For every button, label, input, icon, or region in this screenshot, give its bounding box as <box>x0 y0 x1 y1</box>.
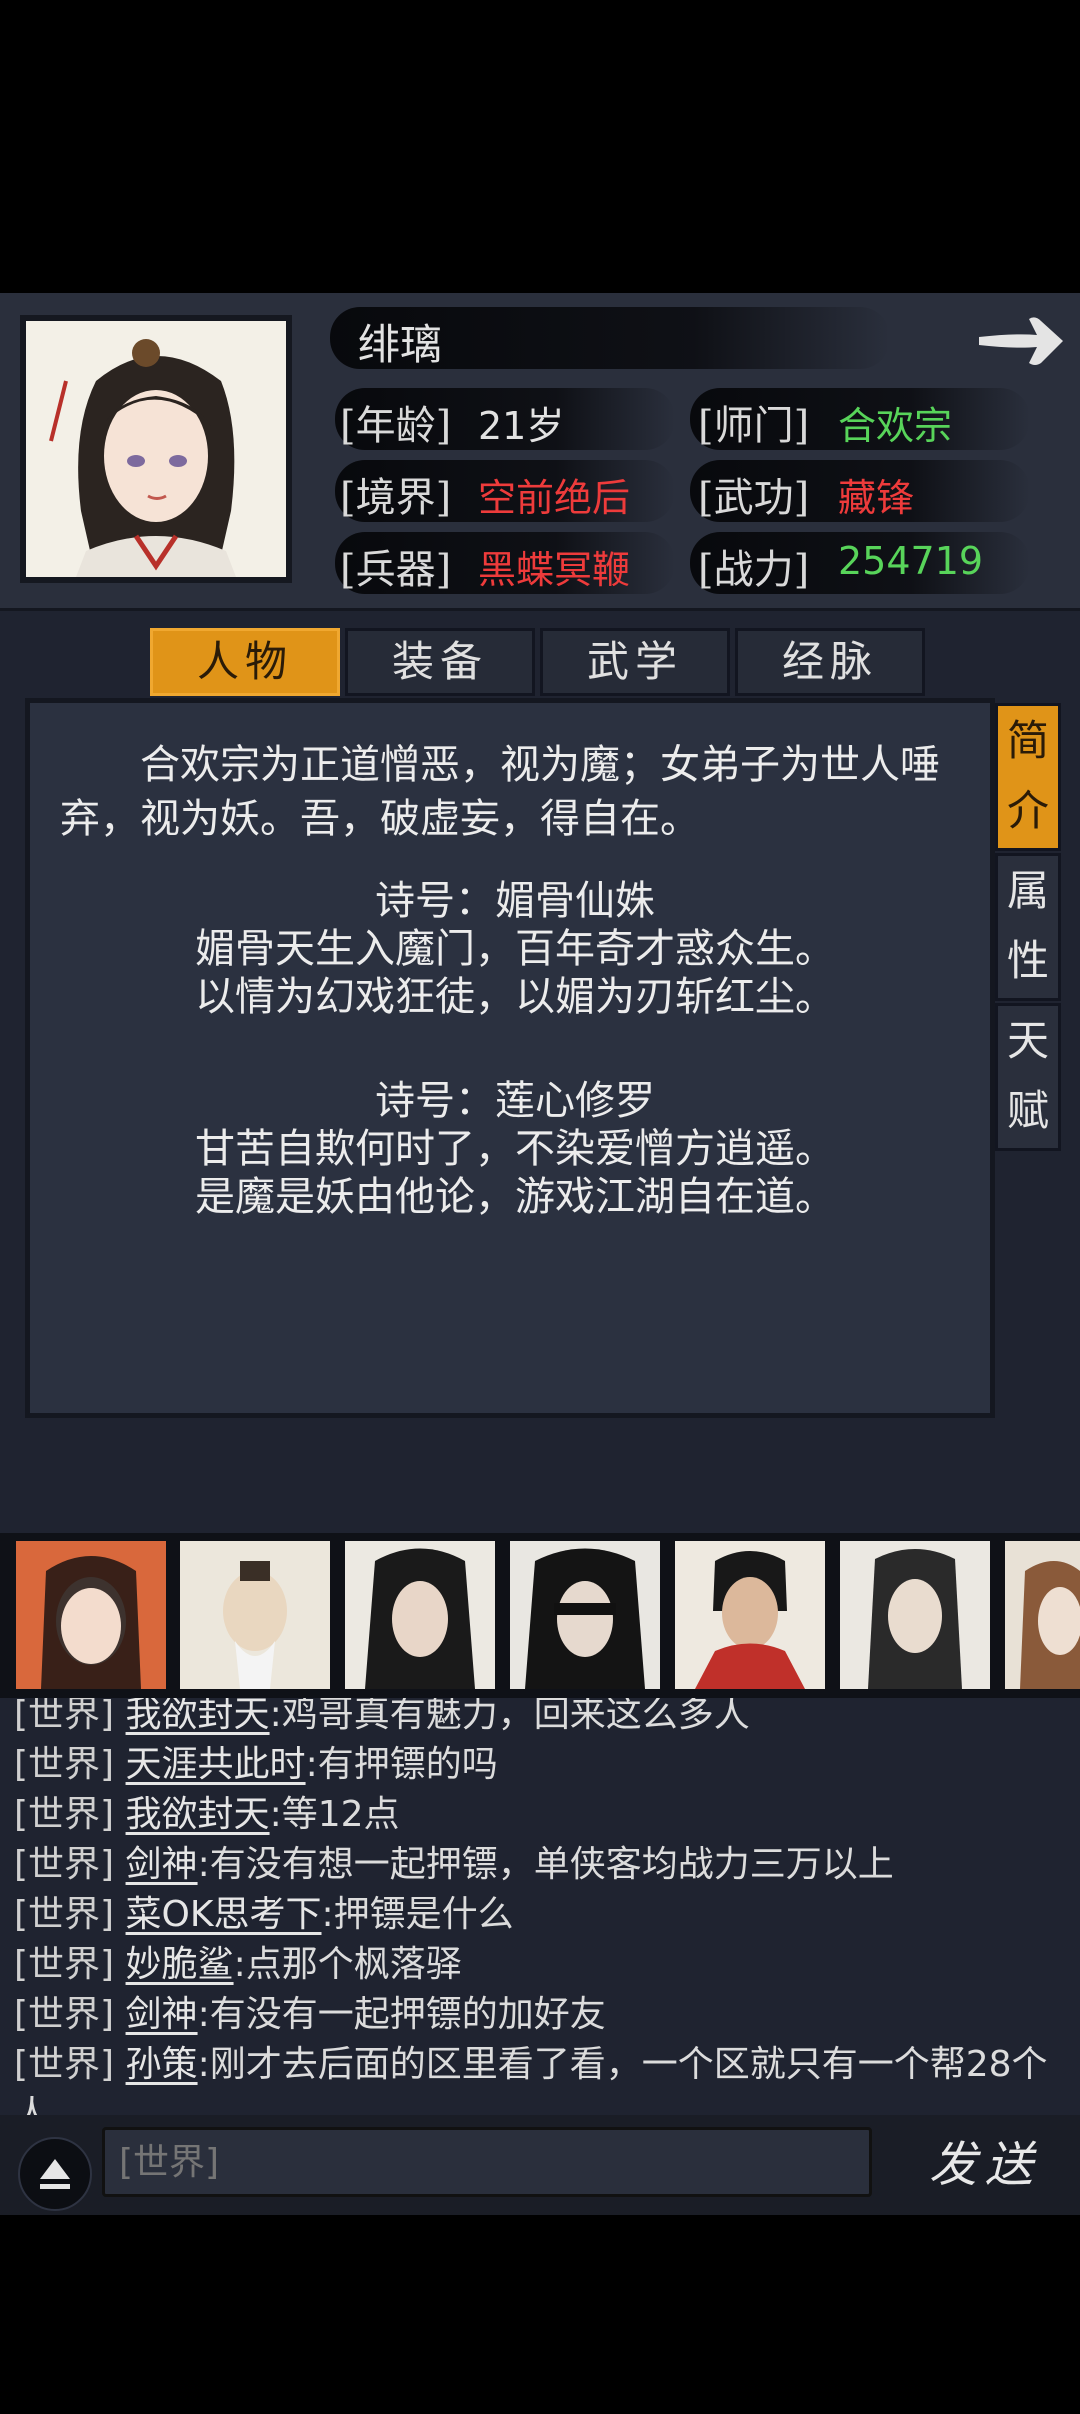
chat-username[interactable]: 天涯共此时 <box>126 1744 306 1785</box>
companion-avatar-strip <box>0 1533 1080 1698</box>
expand-chat-button[interactable] <box>18 2137 92 2211</box>
age-value: 21岁 <box>478 404 565 448</box>
tab-character[interactable]: 人物 <box>150 628 340 696</box>
realm-value: 空前绝后 <box>478 476 631 520</box>
chat-channel: [世界] <box>14 1944 115 1985</box>
poem-title: 诗号：莲心修罗 <box>375 1078 655 1124</box>
character-portrait <box>20 315 292 583</box>
chat-message: [世界] 孙策:刚才去后面的区里看了看，一个区就只有一个帮28个人 <box>14 2040 1074 2118</box>
poem-line: 是魔是妖由他论，游戏江湖自在道。 <box>195 1174 835 1220</box>
chat-username[interactable]: 剑神 <box>126 1844 198 1885</box>
chat-message: [世界] 天涯共此时:有押镖的吗 <box>14 1740 1074 1790</box>
chat-text: :鸡哥真有魅力，回来这么多人 <box>269 1698 750 1735</box>
character-header: 绯璃 [年龄] 21岁 [境界] 空前绝后 [兵器] 黑蝶冥鞭 [师门] 合欢宗… <box>0 293 1080 611</box>
weapon-label: [兵器] <box>340 547 452 593</box>
poem-line: 媚骨天生入魔门，百年奇才惑众生。 <box>195 926 835 972</box>
send-button[interactable]: 发送 <box>900 2125 1070 2205</box>
companion-avatar[interactable] <box>840 1541 990 1689</box>
chat-input[interactable] <box>102 2127 872 2197</box>
companion-avatar[interactable] <box>675 1541 825 1689</box>
chat-username[interactable]: 我欲封天 <box>126 1698 270 1735</box>
side-tab-intro[interactable]: 简 介 <box>995 703 1061 851</box>
age-label: [年龄] <box>340 403 452 449</box>
intro-panel: 合欢宗为正道憎恶，视为魔；女弟子为世人唾弃，视为妖。吾，破虚妄，得自在。 诗号：… <box>25 698 995 1418</box>
chat-message: [世界] 我欲封天:等12点 <box>14 1790 1074 1840</box>
chat-username[interactable]: 妙脆鲨 <box>126 1944 234 1985</box>
chat-channel: [世界] <box>14 1994 115 2035</box>
right-arrow-icon <box>979 317 1063 365</box>
world-chat-log: [世界] 我欲封天:鸡哥真有魅力，回来这么多人 [世界] 天涯共此时:有押镖的吗… <box>0 1698 1080 2118</box>
chat-input-bar: 发送 <box>0 2115 1080 2215</box>
side-tab-char: 介 <box>1006 786 1049 835</box>
chat-channel: [世界] <box>14 2044 115 2085</box>
side-tab-talents[interactable]: 天 赋 <box>995 1003 1061 1151</box>
companion-avatar[interactable] <box>510 1541 660 1689</box>
poem-line: 以情为幻戏狂徒，以媚为刃斩红尘。 <box>195 974 835 1020</box>
chat-message: [世界] 剑神:有没有一起押镖的加好友 <box>14 1990 1074 2040</box>
chat-channel: [世界] <box>14 1744 115 1785</box>
chat-username[interactable]: 孙策 <box>126 2044 198 2085</box>
chat-text: :有押镖的吗 <box>305 1744 498 1785</box>
chat-message: [世界] 剑神:有没有想一起押镖，单侠客均战力三万以上 <box>14 1840 1074 1890</box>
companion-avatar[interactable] <box>1005 1541 1080 1689</box>
sect-value: 合欢宗 <box>838 404 953 448</box>
chat-text: :有没有想一起押镖，单侠客均战力三万以上 <box>197 1844 894 1885</box>
poem-title: 诗号：媚骨仙姝 <box>375 878 655 924</box>
eject-up-icon <box>40 2159 70 2189</box>
side-tab-char: 简 <box>1006 716 1049 765</box>
side-tab-char: 赋 <box>1006 1086 1049 1135</box>
companion-avatar[interactable] <box>345 1541 495 1689</box>
chat-text: :押镖是什么 <box>321 1894 514 1935</box>
side-tab-char: 性 <box>1006 936 1049 985</box>
chat-message: [世界] 菜OK思考下:押镖是什么 <box>14 1890 1074 1940</box>
character-name: 绯璃 <box>358 320 443 369</box>
side-tab-char: 属 <box>1006 866 1049 915</box>
chat-text: :等12点 <box>269 1794 400 1835</box>
chat-channel: [世界] <box>14 1698 115 1735</box>
martial-value: 藏锋 <box>838 476 915 520</box>
poem-line: 甘苦自欺何时了，不染爱憎方逍遥。 <box>195 1126 835 1172</box>
chat-username[interactable]: 菜OK思考下 <box>126 1894 322 1935</box>
next-arrow-button[interactable] <box>975 311 1067 371</box>
chat-username[interactable]: 剑神 <box>126 1994 198 2035</box>
martial-label: [武功] <box>698 475 810 521</box>
power-label: [战力] <box>698 547 810 593</box>
chat-username[interactable]: 我欲封天 <box>126 1794 270 1835</box>
side-tab-attributes[interactable]: 属 性 <box>995 853 1061 1001</box>
sect-label: [师门] <box>698 403 810 449</box>
weapon-value: 黑蝶冥鞭 <box>478 548 631 592</box>
tab-martial-arts[interactable]: 武学 <box>540 628 730 696</box>
chat-channel: [世界] <box>14 1794 115 1835</box>
power-value: 254719 <box>838 539 984 583</box>
companion-avatar[interactable] <box>16 1541 166 1689</box>
chat-channel: [世界] <box>14 1894 115 1935</box>
chat-text: :有没有一起押镖的加好友 <box>197 1994 606 2035</box>
side-tab-char: 天 <box>1006 1016 1049 1065</box>
tab-meridians[interactable]: 经脉 <box>735 628 925 696</box>
chat-message: [世界] 妙脆鲨:点那个枫落驿 <box>14 1940 1074 1990</box>
companion-avatar[interactable] <box>180 1541 330 1689</box>
chat-message: [世界] 我欲封天:鸡哥真有魅力，回来这么多人 <box>14 1698 1074 1740</box>
character-intro: 合欢宗为正道憎恶，视为魔；女弟子为世人唾弃，视为妖。吾，破虚妄，得自在。 <box>60 742 940 842</box>
chat-text: :点那个枫落驿 <box>233 1944 462 1985</box>
realm-label: [境界] <box>340 475 452 521</box>
tab-equipment[interactable]: 装备 <box>345 628 535 696</box>
chat-channel: [世界] <box>14 1844 115 1885</box>
character-screen: 绯璃 [年龄] 21岁 [境界] 空前绝后 [兵器] 黑蝶冥鞭 [师门] 合欢宗… <box>0 293 1080 2215</box>
